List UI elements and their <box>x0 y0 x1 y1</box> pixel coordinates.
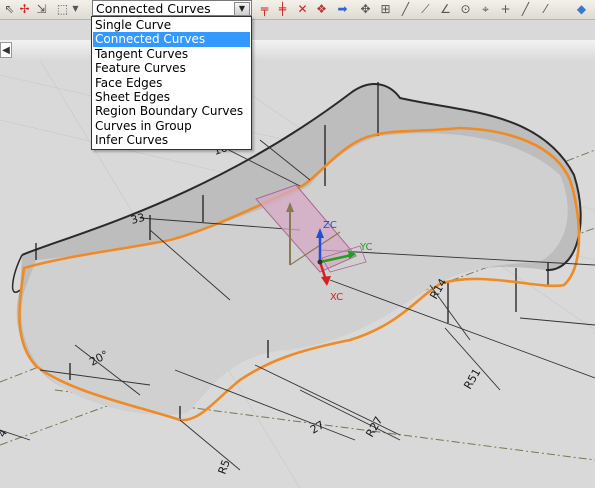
double-t-icon[interactable]: ╪ <box>275 1 290 17</box>
t-marker-icon[interactable]: ╤ <box>257 1 272 17</box>
angle-icon[interactable]: ∠ <box>438 1 453 17</box>
yc-label: YC <box>359 242 373 253</box>
collapse-left-icon[interactable]: ◀ <box>0 42 12 58</box>
plus-icon[interactable]: + <box>498 1 513 17</box>
line-icon[interactable]: ╱ <box>398 1 413 17</box>
dropdown-arrow-icon[interactable]: ▼ <box>68 1 83 17</box>
option-connected-curves[interactable]: Connected Curves <box>93 32 250 47</box>
option-curves-in-group[interactable]: Curves in Group <box>93 119 250 133</box>
chevron-down-icon[interactable]: ▼ <box>234 2 250 16</box>
main-toolbar: ⇖ ✢ ⇲ ⬚ ▼ Connected Curves ▼ ╤ ╪ ✕ ❖ ➡ ✥… <box>0 0 595 20</box>
slash-icon[interactable]: ╱ <box>518 1 533 17</box>
option-tangent-curves[interactable]: Tangent Curves <box>93 47 250 61</box>
wand-icon[interactable]: ⇲ <box>34 1 49 17</box>
option-region-boundary-curves[interactable]: Region Boundary Curves <box>93 104 250 118</box>
option-feature-curves[interactable]: Feature Curves <box>93 61 250 75</box>
selection-filter-dropdown: Single Curve Connected Curves Tangent Cu… <box>91 16 252 150</box>
layer-icon[interactable]: ❖ <box>314 1 329 17</box>
option-face-edges[interactable]: Face Edges <box>93 76 250 90</box>
option-single-curve[interactable]: Single Curve <box>93 18 250 32</box>
move-icon[interactable]: ✥ <box>358 1 373 17</box>
arrow-right-icon[interactable]: ➡ <box>335 1 350 17</box>
select-icon[interactable]: ⇖ <box>2 1 17 17</box>
resource-bar: ◀ <box>0 40 595 61</box>
cube-icon[interactable]: ◆ <box>574 1 589 17</box>
graphics-viewport[interactable]: ZC YC XC 16 33 20° R14 R51 R27 27 R5 4 <box>0 60 595 488</box>
snap-icon[interactable]: ⁄ <box>538 1 553 17</box>
option-sheet-edges[interactable]: Sheet Edges <box>93 90 250 104</box>
filter-icon[interactable]: ✢ <box>17 1 32 17</box>
selection-filter-combobox[interactable]: Connected Curves ▼ <box>92 0 252 16</box>
xc-label: XC <box>330 292 343 303</box>
circle-icon[interactable]: ⊙ <box>458 1 473 17</box>
grid-icon[interactable]: ⊞ <box>378 1 393 17</box>
zc-label: ZC <box>323 220 337 231</box>
tangent-icon[interactable]: ⟋ <box>418 1 433 17</box>
selection-filter-value: Connected Curves <box>96 1 211 16</box>
intersect-icon[interactable]: ✕ <box>295 1 310 17</box>
option-infer-curves[interactable]: Infer Curves <box>93 133 250 147</box>
crosshair-icon[interactable]: ⌖ <box>478 1 493 17</box>
